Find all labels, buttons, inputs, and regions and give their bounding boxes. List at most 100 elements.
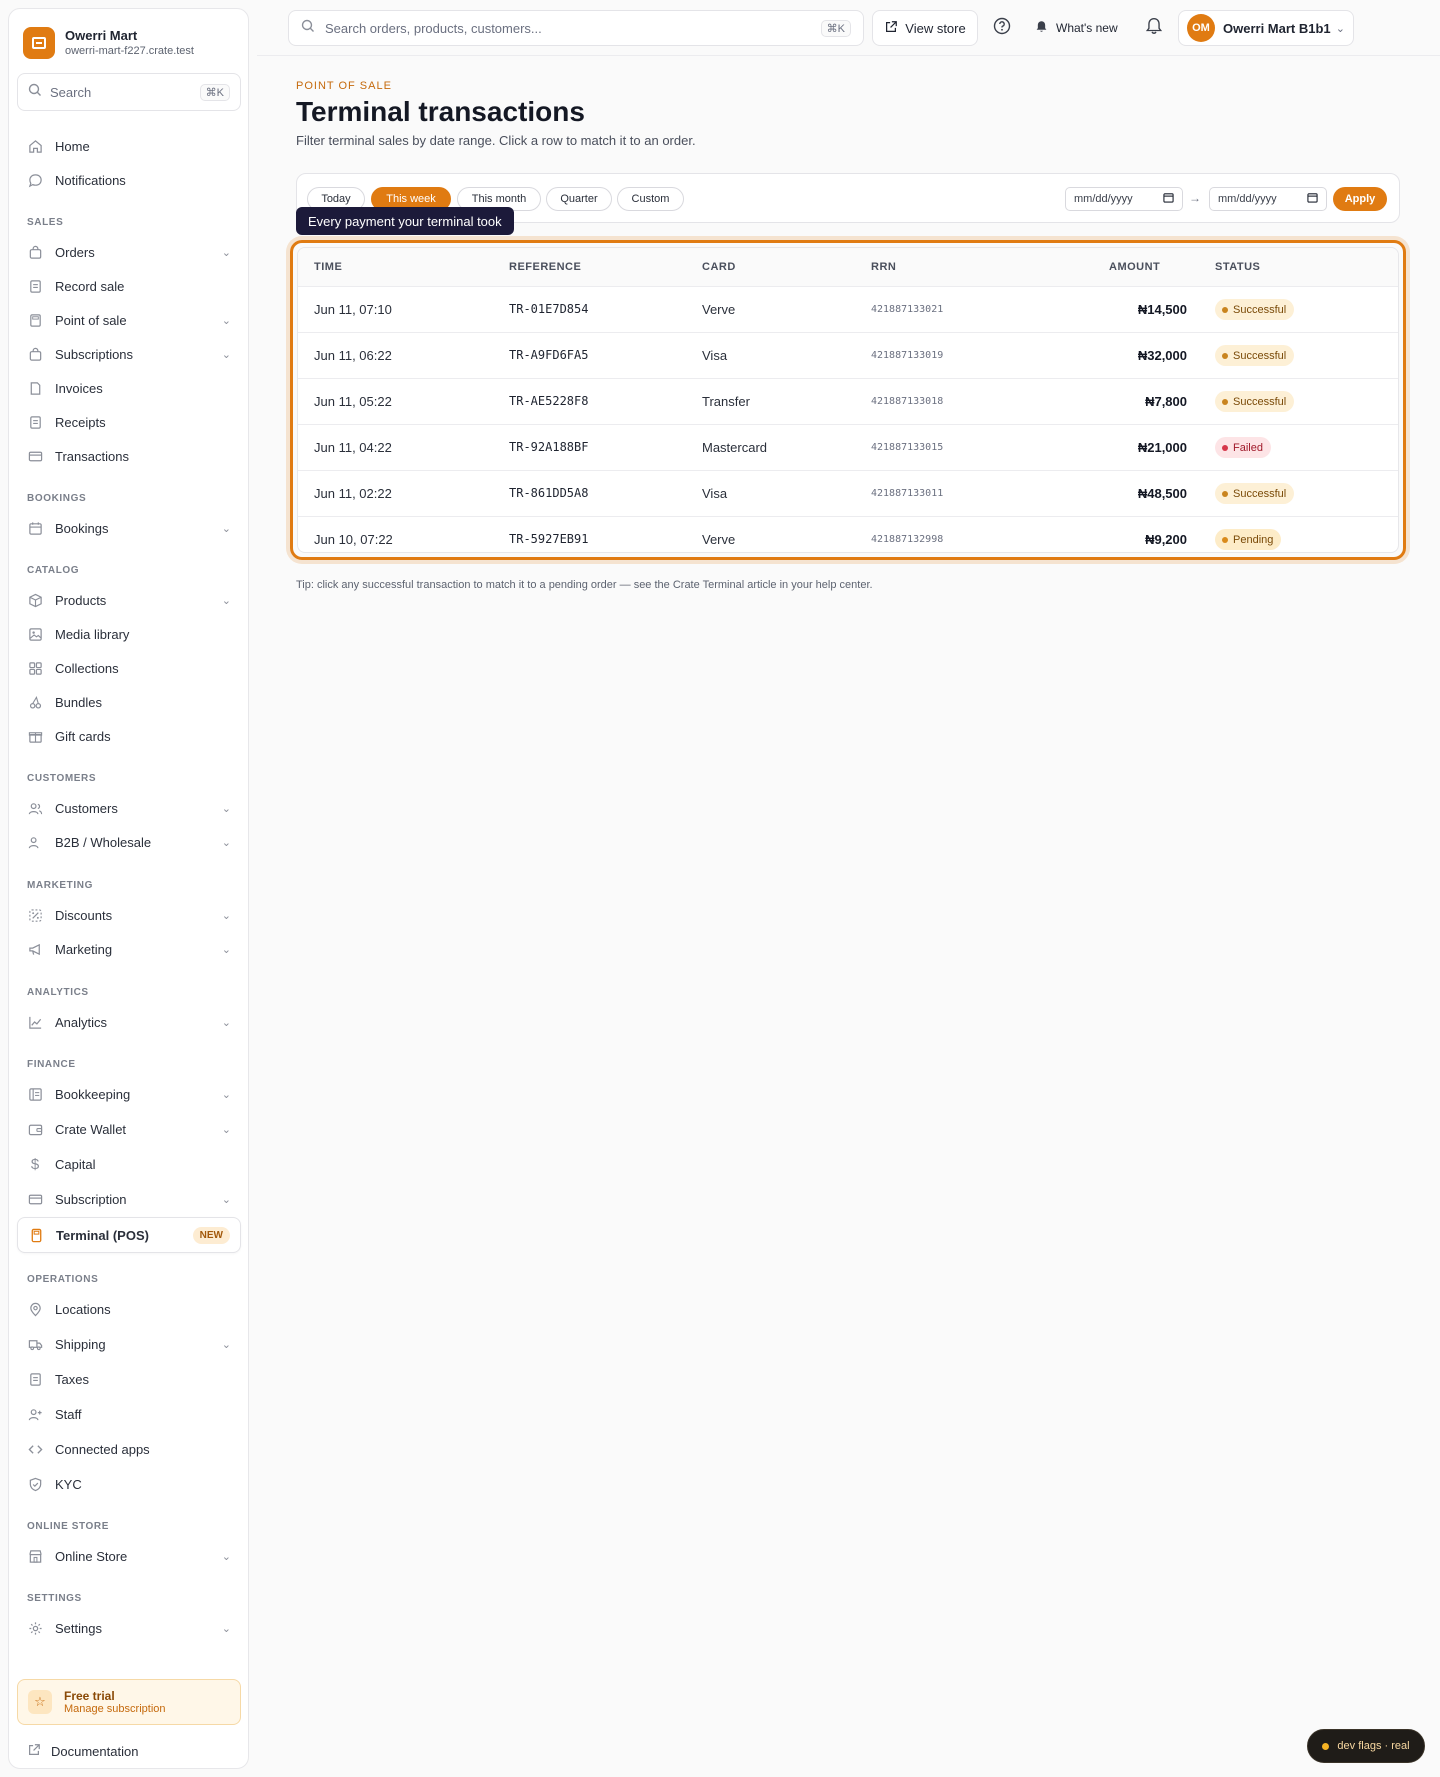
avatar: OM [1187, 14, 1215, 42]
chevron-down-icon: ⌄ [221, 1622, 231, 1635]
box-icon [27, 592, 43, 608]
card-cell: Mastercard [702, 440, 768, 455]
sidebar-item-kyc[interactable]: KYC [17, 1467, 241, 1501]
amount-cell: ₦9,200 [1145, 532, 1187, 547]
wallet-icon [27, 1121, 43, 1137]
manage-subscription-link[interactable]: Manage subscription [64, 1703, 166, 1715]
truck-icon [27, 1336, 43, 1352]
sidebar-item-label: Taxes [55, 1371, 89, 1387]
view-store-label: View store [905, 20, 966, 36]
date-to-input[interactable]: mm/dd/yyyy [1209, 187, 1327, 211]
sidebar-item-label: Invoices [55, 380, 103, 396]
sidebar-item-capital[interactable]: $ Capital [17, 1147, 241, 1181]
brand-url: owerri-mart-f227.crate.test [65, 45, 194, 57]
reference-cell: TR-A9FD6FA5 [509, 348, 589, 362]
sidebar-item-label: Discounts [55, 907, 113, 923]
apply-button[interactable]: Apply [1333, 187, 1387, 211]
sidebar-item-analytics[interactable]: Analytics ⌄ [17, 1005, 241, 1039]
sidebar-item-orders[interactable]: Orders ⌄ [17, 235, 241, 269]
section-online-store: ONLINE STORE [27, 1521, 110, 1532]
external-link-icon [884, 20, 898, 37]
dev-flags-pill[interactable]: dev flags · real [1307, 1729, 1425, 1763]
rrn-cell: 421887133021 [871, 304, 944, 315]
sidebar-item-subscription[interactable]: Subscription ⌄ [17, 1182, 241, 1216]
section-sales: SALES [27, 217, 64, 228]
sidebar-item-customers[interactable]: Customers ⌄ [17, 791, 241, 825]
filter-chip-custom[interactable]: Custom [617, 187, 684, 211]
date-from-placeholder: mm/dd/yyyy [1074, 193, 1133, 205]
global-search-input[interactable]: Search orders, products, customers... ⌘K [288, 10, 864, 46]
table-row[interactable]: Jun 11, 04:22 TR-92A188BF Mastercard 421… [298, 424, 1398, 470]
table-row[interactable]: Jun 11, 02:22 TR-861DD5A8 Visa 421887133… [298, 470, 1398, 516]
sidebar-item-crate-wallet[interactable]: Crate Wallet ⌄ [17, 1112, 241, 1146]
sidebar-item-point-of-sale[interactable]: Point of sale ⌄ [17, 303, 241, 337]
chevron-down-icon: ⌄ [221, 1338, 231, 1351]
sidebar-item-subscriptions[interactable]: Subscriptions ⌄ [17, 337, 241, 371]
rrn-cell: 421887133015 [871, 442, 944, 453]
gift-icon [27, 728, 43, 744]
sidebar-item-label: Record sale [55, 278, 125, 294]
view-store-button[interactable]: View store [872, 10, 978, 46]
sidebar-item-home[interactable]: Home [17, 129, 241, 163]
sidebar-item-transactions[interactable]: Transactions [17, 439, 241, 473]
sidebar-item-taxes[interactable]: Taxes [17, 1362, 241, 1396]
sidebar-item-invoices[interactable]: Invoices [17, 371, 241, 405]
table-row[interactable]: Jun 10, 07:22 TR-5927EB91 Verve 42188713… [298, 516, 1398, 552]
sidebar-item-discounts[interactable]: Discounts ⌄ [17, 898, 241, 932]
table-row[interactable]: Jun 11, 05:22 TR-AE5228F8 Transfer 42188… [298, 378, 1398, 424]
sidebar-item-staff[interactable]: Staff [17, 1397, 241, 1431]
sidebar-item-notifications[interactable]: Notifications [17, 163, 241, 197]
sidebar: Owerri Mart owerri-mart-f227.crate.test … [8, 8, 249, 1769]
sidebar-item-gift-cards[interactable]: Gift cards [17, 719, 241, 753]
whats-new-button[interactable]: What's new [1027, 10, 1126, 46]
sidebar-item-label: Receipts [55, 414, 106, 430]
sidebar-item-collections[interactable]: Collections [17, 651, 241, 685]
chevron-down-icon: ⌄ [221, 522, 231, 535]
sidebar-item-online-store[interactable]: Online Store ⌄ [17, 1539, 241, 1573]
megaphone-icon [27, 941, 43, 957]
store-icon [23, 27, 55, 59]
notifications-button[interactable] [1143, 17, 1165, 39]
document-icon [27, 278, 43, 294]
sidebar-item-connected-apps[interactable]: Connected apps [17, 1432, 241, 1466]
sidebar-item-marketing[interactable]: Marketing ⌄ [17, 932, 241, 966]
time-cell: Jun 11, 06:22 [314, 348, 392, 363]
sidebar-search[interactable]: Search ⌘K [17, 73, 241, 111]
table-row[interactable]: Jun 11, 06:22 TR-A9FD6FA5 Visa 421887133… [298, 332, 1398, 378]
filter-chip-quarter[interactable]: Quarter [546, 187, 612, 211]
receipt-icon [27, 414, 43, 430]
table-row[interactable]: Jun 11, 07:10 TR-01E7D854 Verve 42188713… [298, 286, 1398, 332]
sidebar-item-bookings[interactable]: Bookings ⌄ [17, 511, 241, 545]
sidebar-item-label: Capital [55, 1156, 96, 1172]
brand[interactable]: Owerri Mart owerri-mart-f227.crate.test [23, 23, 237, 63]
free-trial-card[interactable]: ☆ Free trial Manage subscription [17, 1679, 241, 1725]
section-operations: OPERATIONS [27, 1274, 99, 1285]
column-header-amount: AMOUNT [1109, 261, 1161, 273]
chevron-down-icon: ⌄ [221, 1123, 231, 1136]
sidebar-item-record-sale[interactable]: Record sale [17, 269, 241, 303]
home-icon [27, 138, 43, 154]
sidebar-item-locations[interactable]: Locations [17, 1292, 241, 1326]
date-from-input[interactable]: mm/dd/yyyy [1065, 187, 1183, 211]
sidebar-item-b2b-wholesale[interactable]: B2B / Wholesale ⌄ [17, 825, 241, 859]
page-eyebrow: POINT OF SALE [296, 80, 392, 92]
sidebar-item-label: Online Store [55, 1548, 128, 1564]
sidebar-item-settings[interactable]: Settings ⌄ [17, 1611, 241, 1645]
sidebar-item-label: Settings [55, 1620, 102, 1636]
sidebar-item-bundles[interactable]: Bundles [17, 685, 241, 719]
sidebar-item-receipts[interactable]: Receipts [17, 405, 241, 439]
sidebar-item-media-library[interactable]: Media library [17, 617, 241, 651]
account-menu[interactable]: OM Owerri Mart B1b1 ⌄ [1178, 10, 1354, 46]
sidebar-item-terminal-pos[interactable]: Terminal (POS) NEW [17, 1217, 241, 1253]
documentation-link[interactable]: Documentation [17, 1736, 241, 1766]
sidebar-item-shipping[interactable]: Shipping ⌄ [17, 1327, 241, 1361]
calculator-icon [27, 312, 43, 328]
discount-icon [27, 907, 43, 923]
search-shortcut: ⌘K [199, 83, 230, 101]
sidebar-item-products[interactable]: Products ⌄ [17, 583, 241, 617]
reference-cell: TR-92A188BF [509, 440, 589, 454]
help-button[interactable] [991, 17, 1013, 39]
section-customers: CUSTOMERS [27, 773, 97, 784]
sidebar-item-bookkeeping[interactable]: Bookkeeping ⌄ [17, 1077, 241, 1111]
sidebar-item-label: Collections [55, 660, 119, 676]
